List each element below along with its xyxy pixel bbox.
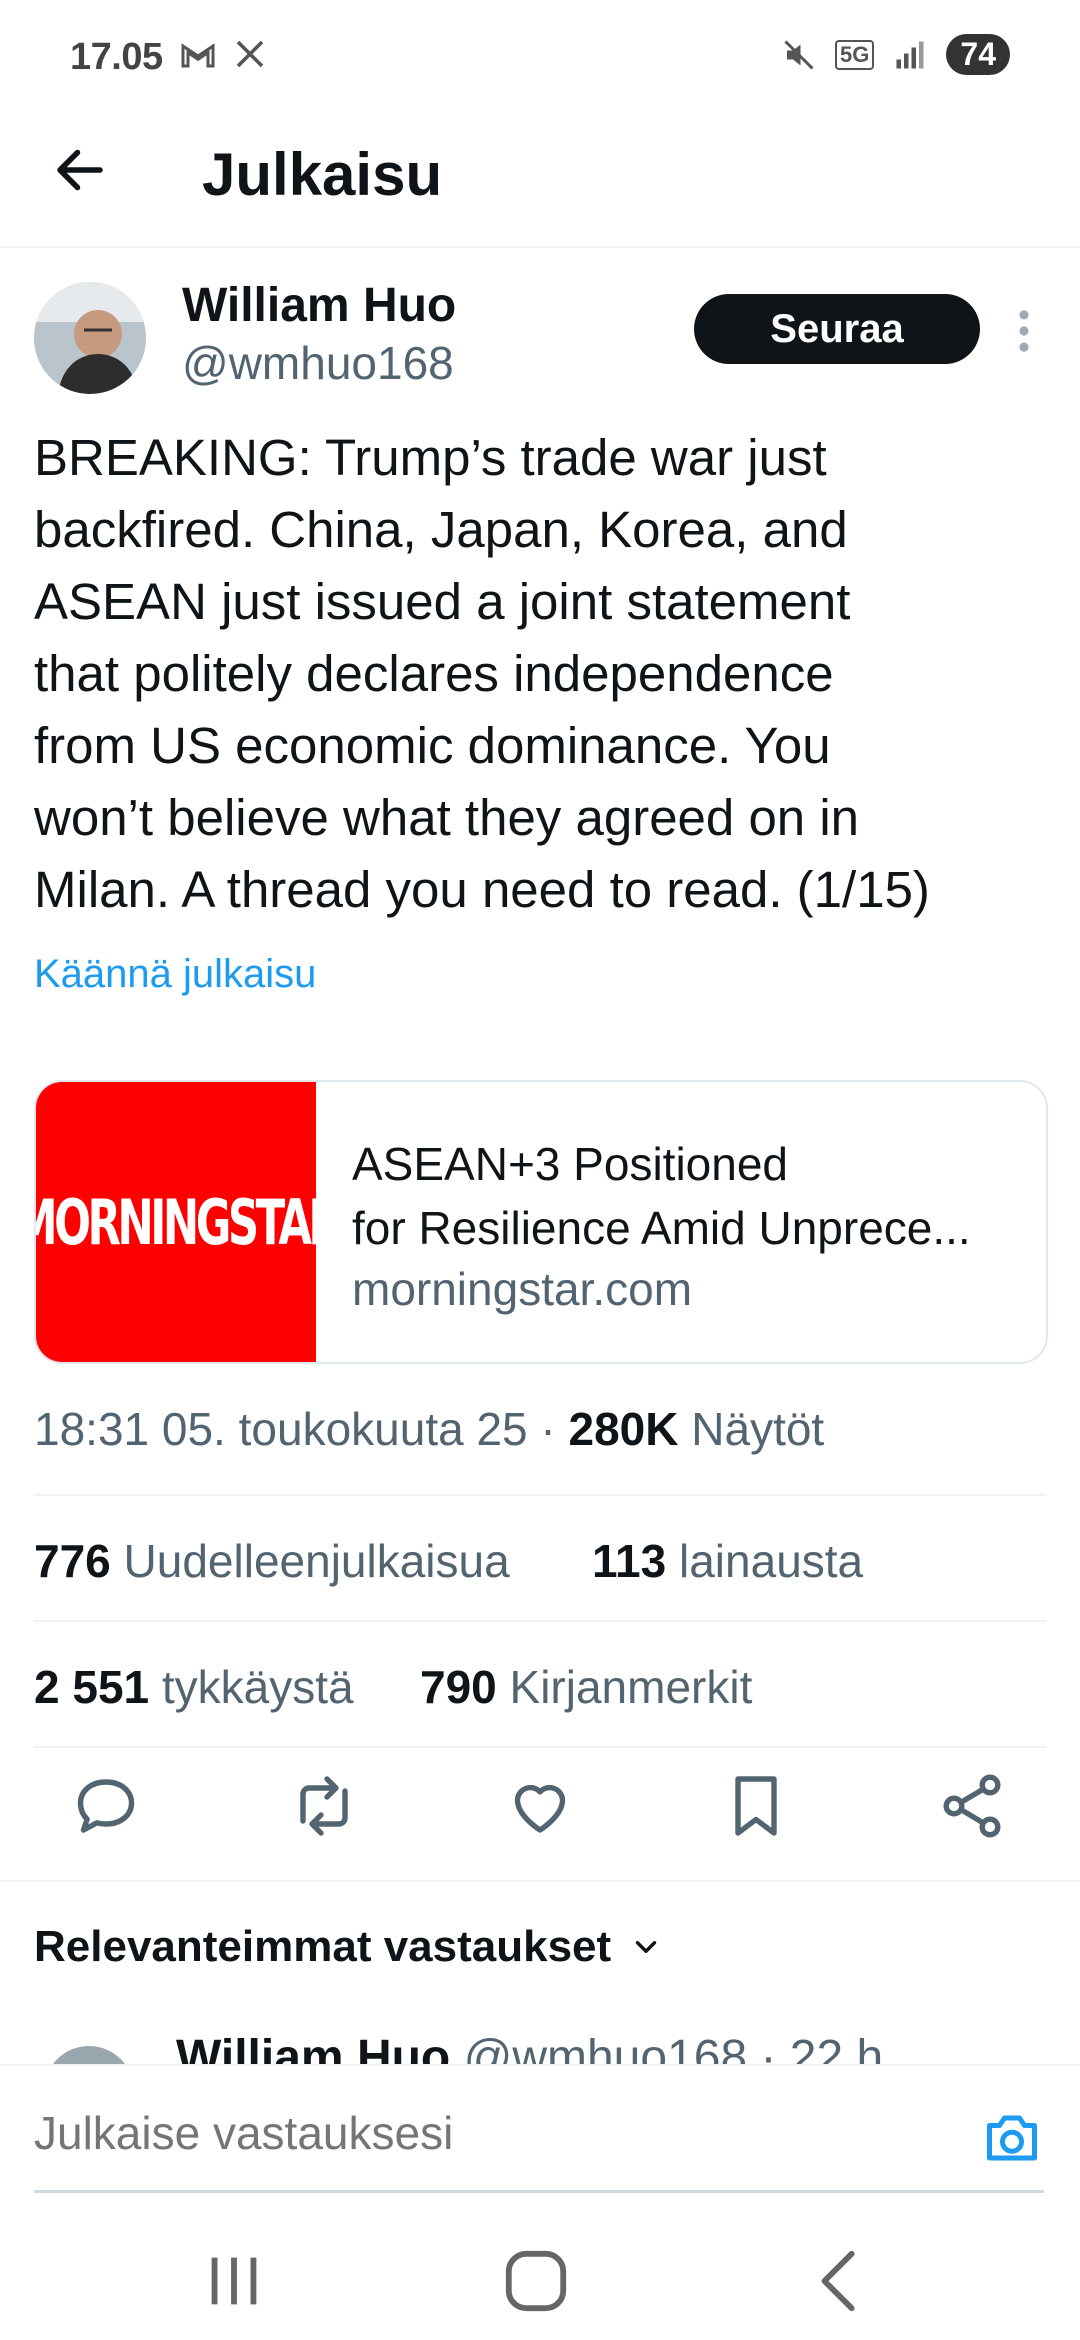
system-nav-bar <box>0 2216 1080 2340</box>
tweet-line: from US economic dominance. You <box>34 717 831 774</box>
author-handle[interactable]: @wmhuo168 <box>182 336 454 390</box>
battery-indicator: 74 <box>946 34 1010 75</box>
repost-icon[interactable] <box>288 1770 360 1842</box>
like-icon[interactable] <box>504 1770 576 1842</box>
link-card[interactable]: MORNINGSTAR ASEAN+3 Positioned for Resil… <box>34 1080 1048 1364</box>
home-icon[interactable] <box>496 2246 576 2316</box>
likes-stat[interactable]: 2 551 tykkäystä <box>34 1660 354 1714</box>
views-label: Näytöt <box>691 1403 825 1455</box>
likes-label: tykkäystä <box>161 1661 354 1713</box>
signal-icon <box>896 41 924 68</box>
reposts-label: Uudelleenjulkaisua <box>123 1535 510 1587</box>
divider <box>34 1746 1046 1748</box>
x-logo-icon <box>236 40 264 68</box>
bookmarks-label: Kirjanmerkit <box>509 1661 753 1713</box>
views-count: 280K <box>568 1403 679 1455</box>
follow-button[interactable]: Seuraa <box>694 294 980 364</box>
notification-icons <box>178 36 268 76</box>
tweet-text: BREAKING: Trump’s trade war just backfir… <box>34 422 1054 926</box>
camera-icon[interactable] <box>982 2110 1042 2166</box>
replies-sort-dropdown[interactable]: Relevanteimmat vastaukset <box>34 1922 663 1972</box>
divider <box>34 1494 1046 1496</box>
bookmarks-stat[interactable]: 790 Kirjanmerkit <box>420 1660 752 1714</box>
tweet-line: won’t believe what they agreed on in <box>34 789 860 846</box>
network-5g-icon: 5G <box>835 39 875 70</box>
mute-icon <box>784 39 814 70</box>
chevron-down-icon <box>635 1941 657 1953</box>
action-bar <box>0 1770 1080 1850</box>
status-time: 17.05 <box>70 36 163 78</box>
morningstar-logo: MORNINGSTAR <box>36 1185 316 1259</box>
reply-icon[interactable] <box>70 1770 142 1842</box>
tweet-line: ASEAN just issued a joint statement <box>34 573 851 630</box>
header-divider <box>0 246 1080 248</box>
card-thumbnail: MORNINGSTAR <box>36 1082 316 1362</box>
back-nav-icon[interactable] <box>800 2246 880 2316</box>
likes-count: 2 551 <box>34 1661 150 1713</box>
author-name[interactable]: William Huo <box>182 278 456 333</box>
replies-sort-label: Relevanteimmat vastaukset <box>34 1922 612 1971</box>
tweet-line: BREAKING: Trump’s trade war just <box>34 429 827 486</box>
tweet-line: that politely declares independence <box>34 645 834 702</box>
tweet-meta: 18:31 05. toukokuuta 25 · 280K Näytöt <box>34 1402 824 1456</box>
card-domain: morningstar.com <box>352 1263 693 1315</box>
quotes-stat[interactable]: 113 lainausta <box>592 1534 863 1588</box>
reply-input[interactable] <box>34 2106 934 2160</box>
tweet-datetime: 18:31 05. toukokuuta 25 · <box>34 1403 556 1455</box>
translate-link[interactable]: Käännä julkaisu <box>34 952 316 997</box>
divider <box>34 1620 1046 1622</box>
status-indicators: 5G 74 <box>781 34 1010 75</box>
bookmarks-count: 790 <box>420 1661 497 1713</box>
input-underline <box>34 2190 1044 2193</box>
back-arrow-icon[interactable] <box>50 140 110 200</box>
tweet-line: Milan. A thread you need to read. (1/15) <box>34 861 930 918</box>
share-icon[interactable] <box>936 1770 1008 1842</box>
reposts-count: 776 <box>34 1535 111 1587</box>
card-title: ASEAN+3 Positioned for Resilience Amid U… <box>352 1132 1032 1260</box>
card-title-line: ASEAN+3 Positioned <box>352 1138 788 1190</box>
gmail-icon <box>181 43 215 68</box>
avatar-photo <box>34 282 146 394</box>
page-title: Julkaisu <box>202 141 443 208</box>
quotes-count: 113 <box>592 1535 667 1587</box>
divider <box>0 1880 1080 1882</box>
author-avatar[interactable] <box>34 282 146 394</box>
quotes-label: lainausta <box>679 1535 864 1587</box>
reply-composer <box>0 2064 1080 2218</box>
more-options-icon[interactable] <box>1012 308 1036 354</box>
recent-apps-icon[interactable] <box>194 2246 274 2316</box>
card-title-line: for Resilience Amid Unprece... <box>352 1202 971 1254</box>
bookmark-icon[interactable] <box>720 1770 792 1842</box>
reposts-stat[interactable]: 776 Uudelleenjulkaisua <box>34 1534 510 1588</box>
tweet-line: backfired. China, Japan, Korea, and <box>34 501 848 558</box>
